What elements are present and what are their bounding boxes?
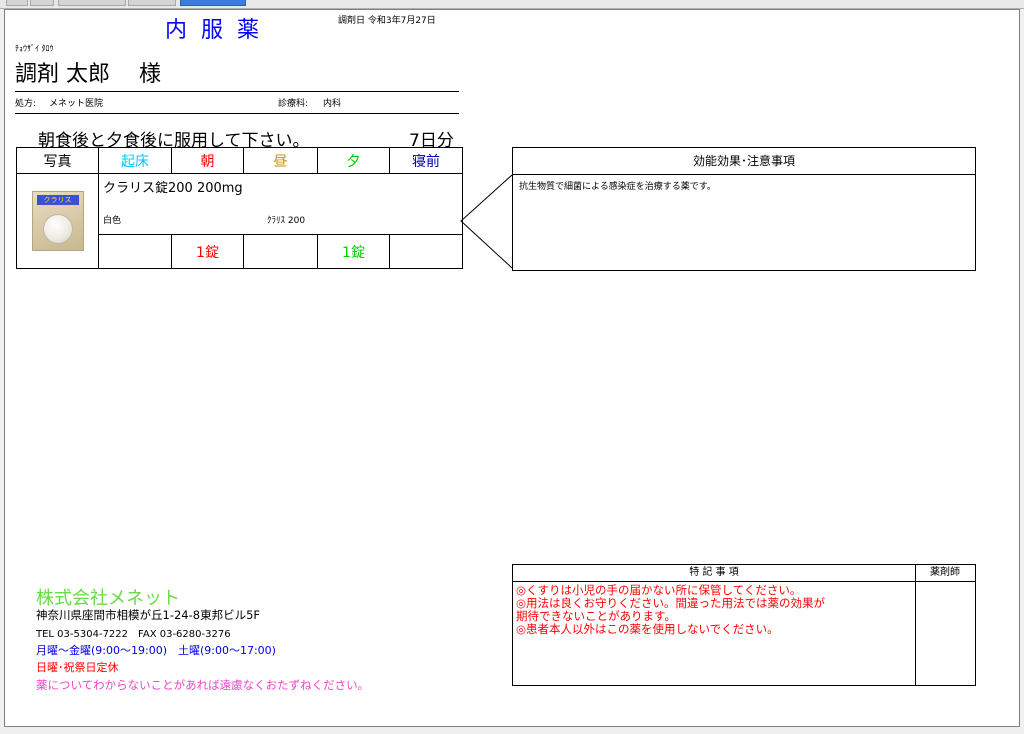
notes-box: 特 記 事 項 薬剤師 ◎くすりは小児の手の届かない所に保管してください。 ◎用…: [512, 564, 976, 686]
tab-2[interactable]: [30, 0, 54, 6]
notes-text: ◎くすりは小児の手の届かない所に保管してください。 ◎用法は良くお守りください。…: [516, 584, 825, 636]
tab-strip: [0, 0, 1024, 9]
tab-3[interactable]: [58, 0, 126, 6]
tab-4[interactable]: [128, 0, 176, 6]
notes-header: 特 記 事 項: [513, 565, 916, 582]
pharmacy-tel-fax: TEL 03-5304-7222 FAX 03-6280-3276: [36, 629, 231, 640]
pharmacy-address: 神奈川県座間市相模が丘1-24-8東邦ビル5F: [36, 608, 260, 622]
effects-text: 抗生物質で細菌による感染症を治療する薬です。: [519, 182, 716, 192]
pharmacist-label: 薬剤師: [915, 565, 975, 582]
pharmacy-message: 薬についてわからないことがあれば遠慮なくおたずねください。: [36, 678, 370, 692]
effects-box: 効能効果･注意事項 抗生物質で細菌による感染症を治療する薬です。: [512, 147, 976, 271]
tab-1[interactable]: [6, 0, 28, 6]
pharmacy-closed: 日曜･祝祭日定休: [36, 661, 119, 674]
print-preview-page: 内服薬 調剤日 令和3年7月27日 ﾁｮｳｻﾞｲ ﾀﾛｳ 調剤 太郎 様 処方:…: [4, 9, 1020, 727]
tab-5-active[interactable]: [180, 0, 246, 6]
effects-header: 効能効果･注意事項: [513, 148, 975, 175]
notes-line: ◎患者本人以外はこの薬を使用しないでください。: [516, 622, 779, 636]
notes-divider: [915, 582, 916, 685]
pharmacy-hours: 月曜～金曜(9:00～19:00) 土曜(9:00～17:00): [36, 644, 276, 657]
